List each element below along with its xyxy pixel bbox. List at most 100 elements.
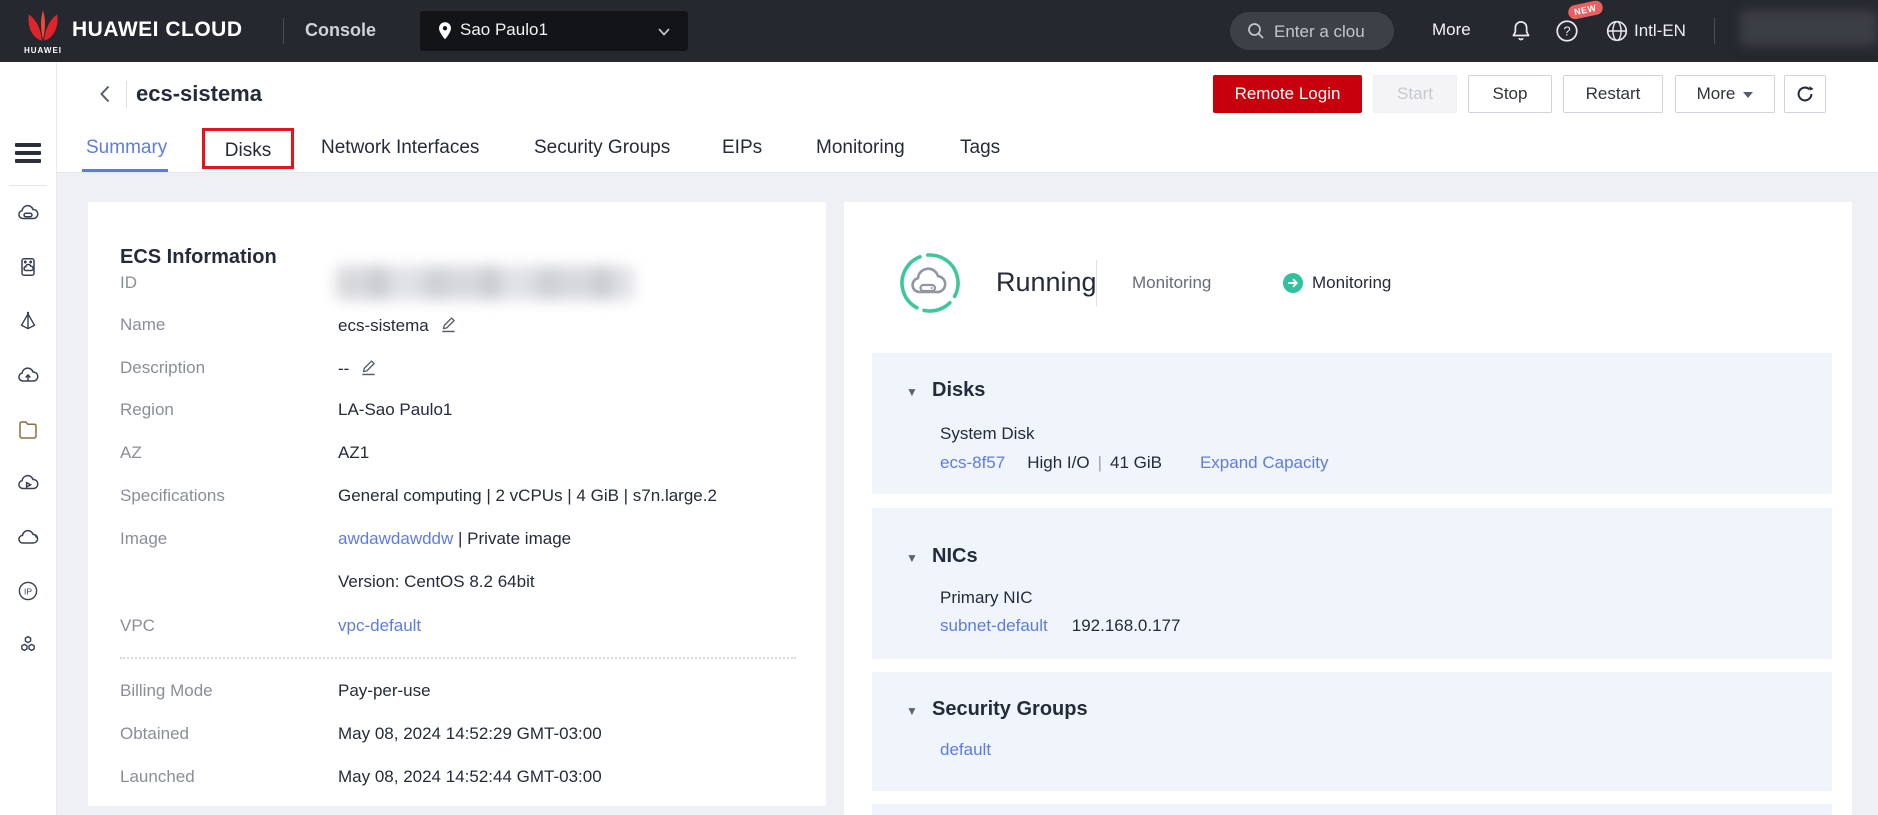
running-status-cloud-icon (898, 251, 962, 315)
region-selector[interactable]: Sao Paulo1 (420, 11, 688, 51)
disks-section-title[interactable]: Disks (932, 379, 985, 402)
expand-capacity-link[interactable]: Expand Capacity (1200, 453, 1329, 472)
specifications-label: Specifications (120, 486, 225, 506)
nics-section: ▼ NICs Primary NIC subnet-default 192.168… (872, 508, 1832, 659)
name-label: Name (120, 315, 165, 335)
security-groups-section-title[interactable]: Security Groups (932, 698, 1088, 721)
edit-name-icon[interactable] (439, 315, 458, 334)
tab-eips[interactable]: EIPs (722, 137, 762, 159)
private-ip-text: 192.168.0.177 (1072, 616, 1181, 635)
name-value: ecs-sistema (338, 315, 458, 336)
obtained-label: Obtained (120, 724, 189, 744)
auto-scaling-icon[interactable] (16, 309, 40, 333)
edit-description-icon[interactable] (359, 358, 378, 377)
primary-nic-label: Primary NIC (940, 588, 1033, 608)
disk-name-link[interactable]: ecs-8f57 (940, 453, 1005, 472)
header-divider (283, 18, 284, 44)
title-divider (126, 81, 127, 108)
top-header-bar: HUAWEI HUAWEI CLOUD Console Sao Paulo1 M… (0, 0, 1878, 62)
cluster-icon[interactable] (16, 633, 40, 657)
language-selector[interactable]: Intl-EN (1634, 21, 1686, 41)
svg-text:IP: IP (24, 587, 32, 597)
monitoring-arrow-icon[interactable] (1282, 272, 1304, 294)
huawei-logo-icon[interactable] (24, 6, 62, 46)
help-question-icon[interactable]: ? (1554, 18, 1580, 44)
nics-section-title[interactable]: NICs (932, 545, 978, 568)
cloud-play-icon[interactable] (16, 472, 40, 496)
console-link[interactable]: Console (305, 20, 376, 41)
collapse-triangle-icon[interactable]: ▼ (906, 551, 918, 565)
header-divider (1714, 18, 1715, 44)
globe-language-icon[interactable] (1604, 18, 1630, 44)
monitoring-link[interactable]: Monitoring (1312, 273, 1391, 293)
az-label: AZ (120, 443, 142, 463)
header-more-menu[interactable]: More (1432, 20, 1471, 40)
remote-login-button[interactable]: Remote Login (1213, 75, 1362, 113)
specifications-value: General computing | 2 vCPUs | 4 GiB | s7… (338, 486, 717, 506)
security-groups-section: ▼ Security Groups default (872, 672, 1832, 791)
tab-security-groups[interactable]: Security Groups (534, 137, 670, 159)
vpc-link[interactable]: vpc-default (338, 616, 421, 636)
image-type-text: | Private image (458, 529, 571, 548)
billing-mode-label: Billing Mode (120, 681, 213, 701)
status-divider (1096, 260, 1097, 306)
stop-button[interactable]: Stop (1468, 75, 1552, 113)
search-input[interactable] (1272, 16, 1386, 48)
region-label: Region (120, 400, 174, 420)
monitoring-label: Monitoring (1132, 273, 1211, 293)
system-disk-row: ecs-8f57 High I/O|41 GiB Expand Capacity (940, 453, 1329, 473)
az-value: AZ1 (338, 443, 369, 463)
eip-icon[interactable]: IP (16, 579, 40, 603)
tab-network-interfaces[interactable]: Network Interfaces (321, 137, 479, 159)
page-title: ecs-sistema (136, 81, 262, 107)
folder-icon[interactable] (16, 418, 40, 442)
tab-summary[interactable]: Summary (86, 137, 167, 159)
restart-button[interactable]: Restart (1563, 75, 1663, 113)
more-actions-button[interactable]: More (1675, 75, 1775, 113)
image-label: Image (120, 529, 167, 549)
description-label: Description (120, 358, 205, 378)
billing-mode-value: Pay-per-use (338, 681, 431, 701)
new-badge: NEW (1567, 0, 1604, 20)
ecs-information-panel: ECS Information ID Name ecs-sistema Desc… (88, 202, 826, 806)
disk-size-text: 41 GiB (1110, 453, 1162, 472)
collapse-triangle-icon[interactable]: ▼ (906, 385, 918, 399)
region-name: Sao Paulo1 (460, 20, 548, 40)
tab-monitoring[interactable]: Monitoring (816, 137, 905, 159)
chevron-down-icon (658, 28, 670, 36)
image-version-value: Version: CentOS 8.2 64bit (338, 572, 535, 592)
brand-name: HUAWEI CLOUD (72, 18, 243, 42)
image-value: awdawdawddw | Private image (338, 529, 571, 549)
subnet-link[interactable]: subnet-default (940, 616, 1048, 635)
disks-tab-highlight-box: Disks (202, 128, 294, 169)
evs-disk-icon[interactable] (16, 255, 40, 279)
search-icon (1246, 21, 1266, 41)
location-pin-icon (434, 20, 456, 42)
cloud-icon[interactable] (16, 526, 40, 550)
image-name-link[interactable]: awdawdawddw (338, 529, 453, 548)
system-disk-label: System Disk (940, 424, 1034, 444)
menu-icon[interactable] (15, 143, 41, 163)
back-arrow-icon[interactable] (94, 82, 118, 106)
disk-tier-text: High I/O (1027, 453, 1089, 472)
tab-tags[interactable]: Tags (960, 137, 1000, 159)
security-group-link[interactable]: default (940, 740, 991, 759)
notifications-bell-icon[interactable] (1508, 18, 1534, 44)
pipe-separator: | (1090, 453, 1110, 472)
vpc-label: VPC (120, 616, 155, 636)
description-value: -- (338, 358, 378, 379)
tab-disks[interactable]: Disks (205, 140, 291, 162)
sidebar-divider (9, 185, 47, 186)
launched-value: May 08, 2024 14:52:44 GMT-03:00 (338, 767, 602, 787)
ecs-icon[interactable] (16, 202, 40, 226)
refresh-button[interactable] (1784, 75, 1826, 113)
ecs-information-title: ECS Information (120, 246, 277, 269)
huawei-logo-caption: HUAWEI (18, 46, 68, 55)
disks-section: ▼ Disks System Disk ecs-8f57 High I/O|41 … (872, 353, 1832, 494)
collapse-triangle-icon[interactable]: ▼ (906, 704, 918, 718)
detail-tabs: Summary Disks Network Interfaces Securit… (56, 126, 1878, 173)
more-actions-label: More (1697, 84, 1736, 103)
image-upload-icon[interactable] (16, 364, 40, 388)
start-button[interactable]: Start (1373, 75, 1457, 113)
user-account-redacted[interactable] (1740, 10, 1878, 46)
